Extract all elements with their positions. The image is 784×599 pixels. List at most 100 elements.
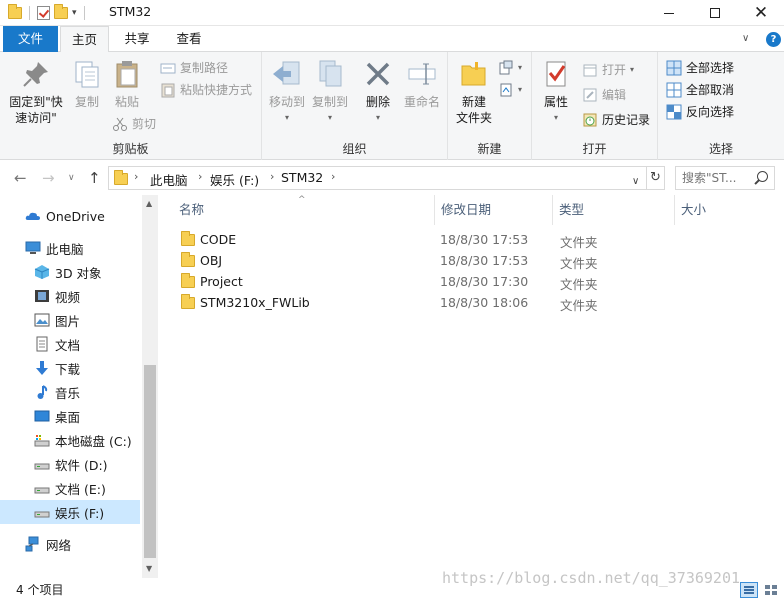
- customize-toolbar-dropdown-icon[interactable]: ▾: [72, 8, 77, 18]
- nav-item-drive-c[interactable]: 本地磁盘 (C:): [0, 428, 140, 452]
- folder-icon: [181, 273, 195, 288]
- new-folder-quick-icon[interactable]: [54, 4, 68, 19]
- address-history-dropdown-icon[interactable]: ∨: [632, 176, 639, 187]
- nav-item-desktop[interactable]: 桌面: [0, 404, 140, 428]
- paste-shortcut-button[interactable]: 粘贴快捷方式: [160, 80, 252, 100]
- copy-to-dropdown-icon: ▾: [327, 113, 332, 122]
- large-icons-view-icon[interactable]: [762, 582, 780, 598]
- scroll-down-icon[interactable]: ▼: [146, 564, 152, 573]
- invert-selection-button[interactable]: 反向选择: [666, 102, 734, 122]
- tab-home[interactable]: 主页: [60, 26, 109, 53]
- nav-label: 软件 (D:): [55, 457, 108, 473]
- up-arrow-icon[interactable]: ↑: [88, 169, 101, 187]
- nav-item-downloads[interactable]: 下载: [0, 356, 140, 380]
- properties-quick-icon[interactable]: [37, 6, 50, 20]
- column-header-type[interactable]: 类型: [553, 195, 675, 225]
- rename-button[interactable]: 重命名: [400, 58, 444, 110]
- rename-label: 重命名: [403, 95, 440, 109]
- tab-file[interactable]: 文件: [3, 26, 58, 52]
- tab-view[interactable]: 查看: [165, 26, 213, 52]
- invert-selection-label: 反向选择: [686, 105, 735, 119]
- delete-button[interactable]: 删除 ▾: [362, 58, 394, 126]
- search-box: [675, 166, 775, 190]
- folder-icon[interactable]: [8, 4, 22, 19]
- column-header-size[interactable]: 大小: [675, 195, 755, 225]
- copy-button[interactable]: 复制: [70, 58, 104, 110]
- edit-button[interactable]: 编辑: [582, 85, 626, 105]
- address-bar[interactable]: › 此电脑 › 娱乐 (F:) › STM32 › ∨: [108, 166, 647, 190]
- minimize-button[interactable]: [646, 0, 692, 26]
- details-view-icon[interactable]: [740, 582, 758, 598]
- system-drive-icon: [34, 435, 50, 447]
- copy-path-button[interactable]: 复制路径: [160, 58, 228, 78]
- breadcrumb-separator-icon[interactable]: ›: [134, 170, 138, 183]
- nav-label: 文档 (E:): [55, 481, 106, 497]
- nav-label: OneDrive: [46, 208, 105, 224]
- delete-label: 删除: [365, 95, 390, 109]
- easy-access-button[interactable]: ▾: [498, 80, 522, 100]
- move-to-icon: [273, 61, 300, 85]
- column-header-modified[interactable]: 修改日期: [435, 195, 553, 225]
- nav-item-music[interactable]: 音乐: [0, 380, 140, 404]
- copy-to-button[interactable]: 复制到 ▾: [308, 58, 352, 126]
- cut-button[interactable]: 剪切: [112, 114, 156, 134]
- move-to-button[interactable]: 移动到 ▾: [266, 58, 308, 126]
- copy-to-icon: [319, 60, 342, 87]
- nav-item-network[interactable]: 网络: [0, 532, 140, 556]
- help-icon[interactable]: ?: [766, 32, 781, 47]
- select-none-button[interactable]: 全部取消: [666, 80, 734, 100]
- nav-item-onedrive[interactable]: OneDrive: [0, 204, 140, 228]
- move-to-dropdown-icon: ▾: [284, 113, 289, 122]
- nav-item-drive-f[interactable]: 娱乐 (F:): [0, 500, 140, 524]
- nav-item-this-pc[interactable]: 此电脑: [0, 236, 140, 260]
- tab-share[interactable]: 共享: [113, 26, 161, 52]
- select-none-icon: [666, 82, 682, 98]
- nav-item-drive-e[interactable]: 文档 (E:): [0, 476, 140, 500]
- organize-group: 移动到 ▾ 复制到 ▾ 删除 ▾ 重命名 组织: [262, 52, 448, 160]
- search-input[interactable]: [676, 167, 752, 189]
- breadcrumb-separator-icon[interactable]: ›: [270, 170, 274, 183]
- pin-quick-access-button[interactable]: 固定到"快 速访问": [6, 58, 66, 126]
- scroll-up-icon[interactable]: ▲: [146, 199, 152, 208]
- nav-item-videos[interactable]: 视频: [0, 284, 140, 308]
- file-row[interactable]: STM3210x_FWLib 18/8/30 18:06 文件夹: [173, 293, 773, 314]
- new-folder-button[interactable]: 新建 文件夹: [454, 58, 494, 126]
- rename-icon: [408, 63, 436, 85]
- breadcrumb-stm32[interactable]: STM32: [281, 170, 323, 185]
- history-button[interactable]: 历史记录: [582, 110, 650, 130]
- file-row[interactable]: OBJ 18/8/30 17:53 文件夹: [173, 251, 773, 272]
- forward-arrow-icon[interactable]: →: [42, 169, 55, 187]
- nav-item-documents[interactable]: 文档: [0, 332, 140, 356]
- recent-locations-chevron-icon[interactable]: ∨: [68, 173, 75, 183]
- file-row[interactable]: Project 18/8/30 17:30 文件夹: [173, 272, 773, 293]
- close-button[interactable]: ✕: [738, 0, 784, 26]
- file-row[interactable]: CODE 18/8/30 17:53 文件夹: [173, 230, 773, 251]
- collapse-ribbon-chevron-icon[interactable]: ∨: [742, 33, 749, 44]
- minimize-icon: [664, 12, 674, 14]
- paste-button[interactable]: 粘贴: [110, 58, 144, 110]
- move-to-label: 移动到: [268, 95, 305, 109]
- column-header-name[interactable]: 名称: [173, 195, 435, 225]
- open-button[interactable]: 打开 ▾: [582, 60, 634, 80]
- nav-item-pictures[interactable]: 图片: [0, 308, 140, 332]
- nav-item-drive-d[interactable]: 软件 (D:): [0, 452, 140, 476]
- nav-pane-scrollbar[interactable]: ▲ ▼: [142, 195, 158, 578]
- ribbon: 固定到"快 速访问" 复制 粘贴 复制路径 粘贴快捷方式 剪切 剪贴板 移动到 …: [0, 52, 784, 160]
- paste-shortcut-label: 粘贴快捷方式: [180, 83, 253, 97]
- breadcrumb-drive-f[interactable]: 娱乐 (F:): [210, 170, 259, 189]
- breadcrumb-separator-icon[interactable]: ›: [198, 170, 202, 183]
- back-arrow-icon[interactable]: ←: [14, 169, 27, 187]
- properties-button[interactable]: 属性 ▾: [538, 58, 574, 126]
- breadcrumb-separator-icon[interactable]: ›: [331, 170, 335, 183]
- scrollbar-thumb[interactable]: [144, 365, 156, 558]
- nav-item-3d-objects[interactable]: 3D 对象: [0, 260, 140, 284]
- select-all-button[interactable]: 全部选择: [666, 58, 734, 78]
- new-item-button[interactable]: ▾: [498, 58, 522, 78]
- refresh-button[interactable]: ↻: [647, 166, 665, 190]
- breadcrumb-this-pc[interactable]: 此电脑: [150, 170, 188, 189]
- search-icon[interactable]: [757, 171, 768, 182]
- nav-label: 音乐: [55, 385, 81, 401]
- file-modified: 18/8/30 17:53: [440, 232, 529, 247]
- paste-icon: [116, 61, 138, 88]
- maximize-button[interactable]: [692, 0, 738, 26]
